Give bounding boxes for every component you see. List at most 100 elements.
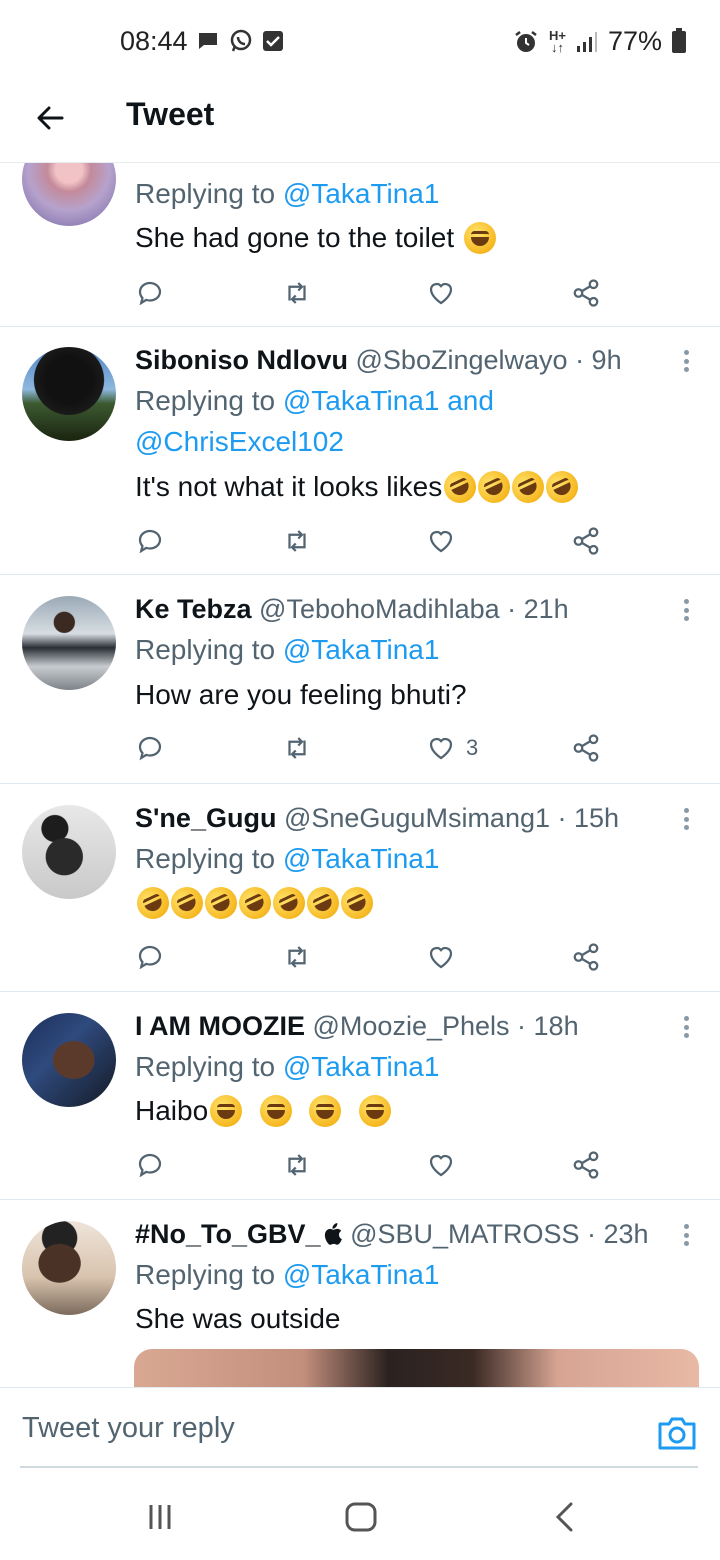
like-button[interactable]: 3	[426, 728, 478, 768]
more-options-button[interactable]	[676, 1221, 696, 1249]
system-status: H+ ↓↑ 77%	[513, 26, 686, 57]
check-icon	[263, 31, 283, 51]
rofl-emoji	[233, 881, 277, 925]
apple-icon	[324, 1223, 342, 1245]
tweet-actions	[0, 1145, 720, 1185]
rofl-emoji	[506, 465, 550, 509]
avatar[interactable]	[22, 1221, 116, 1315]
author-name[interactable]: #No_To_GBV_	[135, 1219, 321, 1249]
retweet-button[interactable]	[282, 273, 312, 313]
retweet-button[interactable]	[282, 937, 312, 977]
avatar[interactable]	[22, 163, 116, 226]
tweet-item[interactable]: Ke Tebza @TebohoMadihlaba · 21h Replying…	[0, 576, 720, 784]
author-handle[interactable]: @SneGuguMsimang1	[284, 803, 550, 833]
author-name[interactable]: Siboniso Ndlovu	[135, 345, 348, 375]
share-button[interactable]	[571, 521, 601, 561]
retweet-icon	[288, 530, 306, 552]
share-button[interactable]	[571, 273, 601, 313]
mention-link[interactable]: @TakaTina1	[283, 843, 440, 874]
camera-button[interactable]	[656, 1414, 698, 1452]
more-options-button[interactable]	[676, 347, 696, 375]
more-options-button[interactable]	[676, 805, 696, 833]
reply-icon	[138, 1153, 162, 1178]
top-app-bar: Tweet	[0, 84, 720, 163]
tweet-text: She was outside	[135, 1303, 341, 1334]
tweet-item[interactable]: Siboniso Ndlovu @SboZingelwayo · 9h Repl…	[0, 327, 720, 575]
avatar[interactable]	[22, 596, 116, 690]
reply-icon	[138, 945, 162, 970]
reply-icon	[138, 736, 162, 761]
tweet-actions	[0, 937, 720, 977]
replying-to: Replying to @TakaTina1	[135, 843, 440, 874]
mention-link[interactable]: @TakaTina1	[283, 178, 440, 209]
author-handle[interactable]: @Moozie_Phels	[313, 1011, 510, 1041]
author-name[interactable]: Ke Tebza	[135, 594, 252, 624]
battery-percent: 77%	[607, 26, 662, 56]
camera-icon	[658, 1417, 696, 1450]
recent-apps-icon	[149, 1505, 171, 1529]
back-button[interactable]	[30, 98, 70, 138]
author-name[interactable]: I AM MOOZIE	[135, 1011, 305, 1041]
reply-button[interactable]	[135, 273, 165, 313]
share-button[interactable]	[571, 728, 601, 768]
mention-link[interactable]: @TakaTina1 and	[283, 385, 494, 416]
status-time: 08:44	[120, 26, 188, 56]
mention-link[interactable]: @ChrisExcel102	[135, 426, 344, 457]
tweet-header: I AM MOOZIE @Moozie_Phels · 18h	[135, 1011, 579, 1042]
more-options-button[interactable]	[676, 1013, 696, 1041]
like-button[interactable]	[426, 937, 456, 977]
author-handle[interactable]: @SboZingelwayo	[356, 345, 568, 375]
tweet-item[interactable]: Replying to @TakaTina1 She had gone to t…	[0, 163, 720, 327]
mention-link[interactable]: @TakaTina1	[283, 634, 440, 665]
reply-icon	[138, 529, 162, 554]
reply-button[interactable]	[135, 937, 165, 977]
heart-icon	[429, 1154, 453, 1177]
reply-button[interactable]	[135, 1145, 165, 1185]
author-handle[interactable]: @SBU_MATROSS	[350, 1219, 579, 1249]
rofl-emoji	[335, 881, 379, 925]
tweet-header: #No_To_GBV_ @SBU_MATROSS · 23h	[135, 1219, 649, 1250]
tweet-text: It's not what it looks likes	[135, 465, 584, 509]
alarm-icon	[515, 30, 537, 52]
joy-emoji	[358, 1095, 391, 1127]
tweet-item[interactable]: I AM MOOZIE @Moozie_Phels · 18h Replying…	[0, 993, 720, 1200]
tweet-time: · 18h	[517, 1011, 579, 1041]
heart-icon	[429, 737, 453, 760]
tweet-time: · 23h	[587, 1219, 649, 1249]
reply-input[interactable]	[22, 1412, 622, 1445]
share-icon	[573, 943, 599, 971]
tweet-media-image[interactable]	[134, 1349, 699, 1387]
tweet-item[interactable]: S'ne_Gugu @SneGuguMsimang1 · 15h Replyin…	[0, 785, 720, 992]
rofl-emoji	[131, 881, 175, 925]
retweet-button[interactable]	[282, 1145, 312, 1185]
reply-feed[interactable]: Replying to @TakaTina1 She had gone to t…	[0, 163, 720, 1387]
tweet-header: Ke Tebza @TebohoMadihlaba · 21h	[135, 594, 569, 625]
share-button[interactable]	[571, 937, 601, 977]
mention-link[interactable]: @TakaTina1	[283, 1051, 440, 1082]
reply-button[interactable]	[135, 728, 165, 768]
like-button[interactable]	[426, 273, 456, 313]
reply-button[interactable]	[135, 521, 165, 561]
like-button[interactable]	[426, 1145, 456, 1185]
retweet-button[interactable]	[282, 728, 312, 768]
retweet-button[interactable]	[282, 521, 312, 561]
author-name[interactable]: S'ne_Gugu	[135, 803, 276, 833]
tweet-item[interactable]: #No_To_GBV_ @SBU_MATROSS · 23h Replying …	[0, 1201, 720, 1387]
joy-emoji	[259, 1095, 292, 1127]
author-handle[interactable]: @TebohoMadihlaba	[259, 594, 500, 624]
share-button[interactable]	[571, 1145, 601, 1185]
tweet-header: S'ne_Gugu @SneGuguMsimang1 · 15h	[135, 803, 619, 834]
replying-to: Replying to @TakaTina1	[135, 1259, 440, 1290]
heart-icon	[429, 946, 453, 969]
retweet-icon	[288, 282, 306, 304]
home-button[interactable]	[341, 1500, 381, 1534]
more-options-button[interactable]	[676, 596, 696, 624]
tweet-time: · 15h	[557, 803, 620, 833]
avatar[interactable]	[22, 347, 116, 441]
recent-apps-button[interactable]	[140, 1500, 180, 1534]
avatar[interactable]	[22, 1013, 116, 1107]
system-back-button[interactable]	[545, 1500, 585, 1534]
like-button[interactable]	[426, 521, 456, 561]
mention-link[interactable]: @TakaTina1	[283, 1259, 440, 1290]
avatar[interactable]	[22, 805, 116, 899]
